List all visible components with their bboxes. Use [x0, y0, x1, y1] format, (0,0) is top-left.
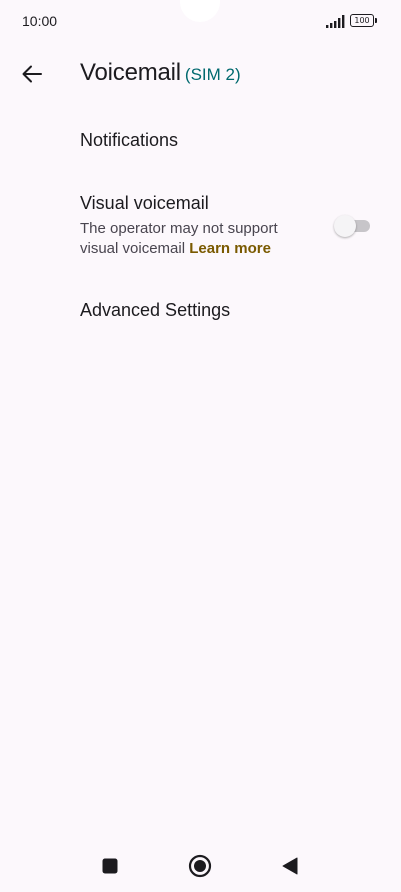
- visual-voicemail-title: Visual voicemail: [80, 193, 209, 213]
- sim-label: (SIM 2): [184, 65, 241, 84]
- status-bar: 10:00 100: [0, 0, 401, 44]
- advanced-settings-title: Advanced Settings: [80, 300, 231, 320]
- learn-more-link[interactable]: Learn more: [189, 240, 271, 257]
- battery-level: 100: [350, 14, 374, 27]
- recents-square-icon: [102, 858, 118, 874]
- app-bar: Voicemail (SIM 2): [0, 50, 401, 98]
- battery-icon: 100: [350, 14, 378, 28]
- advanced-settings-item[interactable]: Advanced Settings: [0, 288, 401, 334]
- home-button[interactable]: [186, 852, 214, 880]
- toggle-thumb: [334, 215, 356, 237]
- page-title: Voicemail (SIM 2): [80, 59, 241, 87]
- page-title-text: Voicemail: [80, 59, 181, 86]
- notifications-title: Notifications: [80, 130, 179, 150]
- visual-voicemail-toggle[interactable]: [334, 215, 372, 237]
- back-button[interactable]: [12, 54, 52, 94]
- visual-voicemail-summary: The operator may not support visual voic…: [80, 219, 320, 259]
- notifications-item[interactable]: Notifications: [0, 118, 401, 164]
- home-circle-icon: [188, 854, 212, 878]
- camera-cutout: [180, 0, 220, 22]
- status-time: 10:00: [22, 13, 58, 29]
- arrow-back-icon: [22, 65, 42, 83]
- back-triangle-icon: [282, 857, 298, 875]
- recents-button[interactable]: [96, 852, 124, 880]
- navigation-bar: [0, 840, 401, 892]
- nav-back-button[interactable]: [276, 852, 304, 880]
- signal-icon: [326, 15, 345, 28]
